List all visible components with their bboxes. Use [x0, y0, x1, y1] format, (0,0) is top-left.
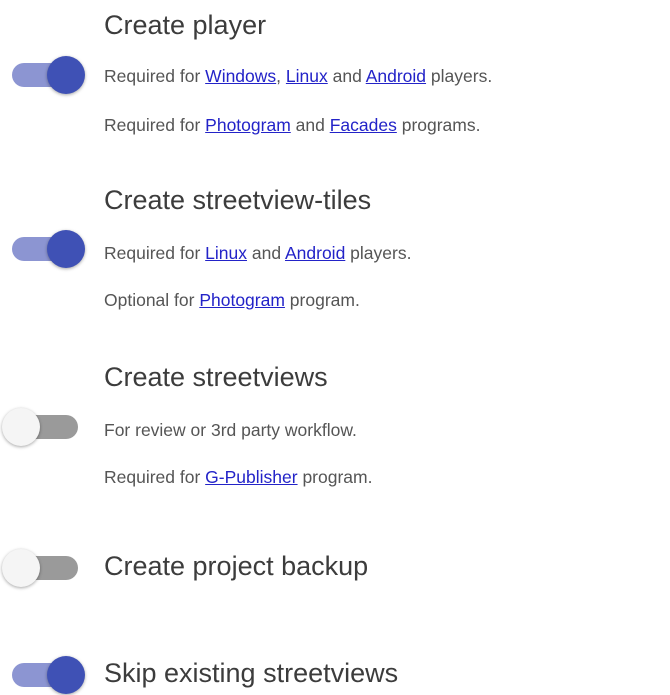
description-text: Required for: [104, 243, 206, 263]
option-description-line: Required for Photogram and Facades progr…: [104, 114, 480, 136]
toggle-knob: [47, 56, 85, 94]
option-title: Skip existing streetviews: [104, 658, 399, 688]
link-linux[interactable]: Linux: [205, 243, 247, 263]
option-description-line: Required for G-Publisher program.: [104, 466, 372, 488]
option-description-line: Required for Linux and Android players.: [104, 242, 411, 264]
description-text: ,: [276, 66, 286, 86]
description-text: For review or 3rd party workflow.: [104, 420, 357, 440]
toggle-create-project-backup[interactable]: [2, 548, 86, 588]
toggle-knob: [2, 408, 40, 446]
link-g-publisher[interactable]: G-Publisher: [205, 467, 297, 487]
option-title: Create streetviews: [104, 362, 328, 392]
option-description-line: Required for Windows, Linux and Android …: [104, 65, 492, 87]
description-text: program.: [284, 290, 360, 310]
link-photogram[interactable]: Photogram: [199, 290, 285, 310]
toggle-knob: [47, 230, 85, 268]
toggle-create-streetview-tiles[interactable]: [10, 229, 86, 269]
link-photogram[interactable]: Photogram: [205, 115, 291, 135]
description-text: Required for: [104, 115, 206, 135]
toggle-create-player[interactable]: [10, 55, 86, 95]
link-facades[interactable]: Facades: [330, 115, 397, 135]
toggle-skip-existing-streetviews[interactable]: [10, 655, 86, 695]
description-text: players.: [426, 66, 493, 86]
description-text: programs.: [396, 115, 481, 135]
link-linux[interactable]: Linux: [286, 66, 328, 86]
toggle-create-streetviews[interactable]: [2, 407, 86, 447]
option-title: Create project backup: [104, 551, 369, 581]
link-android[interactable]: Android: [285, 243, 345, 263]
description-text: Required for: [104, 66, 206, 86]
description-text: Optional for: [104, 290, 200, 310]
description-text: program.: [297, 467, 373, 487]
description-text: players.: [345, 243, 412, 263]
option-title: Create player: [104, 10, 267, 40]
description-text: and: [247, 243, 285, 263]
option-title: Create streetview-tiles: [104, 185, 372, 215]
option-description-line: Optional for Photogram program.: [104, 289, 360, 311]
description-text: Required for: [104, 467, 206, 487]
description-text: and: [290, 115, 330, 135]
toggle-knob: [2, 549, 40, 587]
toggle-knob: [47, 656, 85, 694]
link-windows[interactable]: Windows: [205, 66, 276, 86]
option-description-line: For review or 3rd party workflow.: [104, 419, 357, 441]
description-text: and: [327, 66, 366, 86]
link-android[interactable]: Android: [366, 66, 426, 86]
